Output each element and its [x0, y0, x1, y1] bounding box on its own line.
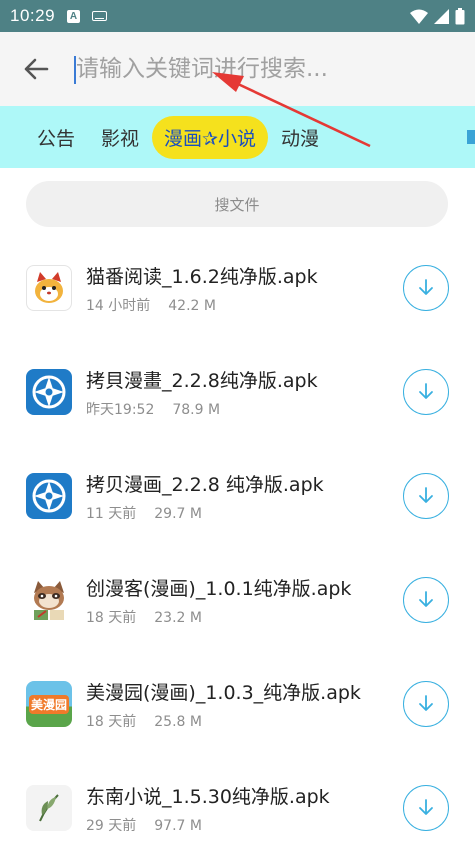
- tab-film[interactable]: 影视: [88, 118, 152, 157]
- category-tabs: 公告 影视 漫画✰小说 动漫: [0, 106, 475, 168]
- tab-comic-novel[interactable]: 漫画✰小说: [152, 115, 268, 159]
- file-list: 猫番阅读_1.6.2纯净版.apk 14 小时前 42.2 M 拷貝漫畫_2.2.…: [0, 236, 475, 844]
- download-icon: [419, 695, 433, 711]
- status-time: 10:29: [10, 6, 56, 25]
- file-time: 29 天前: [86, 818, 137, 834]
- file-name: 美漫园(漫画)_1.0.3_纯净版.apk: [86, 682, 361, 704]
- list-item[interactable]: 猫番阅读_1.6.2纯净版.apk 14 小时前 42.2 M: [0, 236, 475, 340]
- file-size: 78.9 M: [172, 402, 221, 418]
- file-time: 14 小时前: [86, 298, 151, 314]
- search-input[interactable]: [72, 49, 475, 89]
- cat-app-icon: [26, 265, 72, 311]
- meimanyuan-icon: 美漫园: [26, 681, 72, 727]
- search-header: [0, 32, 475, 106]
- file-name: 猫番阅读_1.6.2纯净版.apk: [86, 266, 318, 288]
- search-file-button[interactable]: 搜文件: [26, 181, 448, 227]
- download-button[interactable]: [403, 785, 449, 831]
- download-icon: [419, 487, 433, 503]
- copymanga-icon: [26, 473, 72, 519]
- notification-a-icon: A: [67, 9, 81, 23]
- download-button[interactable]: [403, 681, 449, 727]
- scroll-edge-marker: [467, 130, 475, 144]
- status-bar: 10:29 A: [0, 0, 475, 32]
- status-icons: [410, 7, 465, 25]
- file-size: 42.2 M: [168, 298, 216, 314]
- file-size: 25.8 M: [154, 714, 202, 730]
- tab-anime[interactable]: 动漫: [268, 118, 332, 157]
- file-name: 东南小说_1.5.30纯净版.apk: [86, 786, 330, 808]
- download-icon: [419, 279, 433, 295]
- file-name: 拷貝漫畫_2.2.8纯净版.apk: [86, 370, 318, 392]
- file-size: 23.2 M: [154, 610, 202, 626]
- list-item[interactable]: 美漫园 美漫园(漫画)_1.0.3_纯净版.apk 18 天前 25.8 M: [0, 652, 475, 756]
- download-button[interactable]: [403, 369, 449, 415]
- list-item[interactable]: 东南小说_1.5.30纯净版.apk 29 天前 97.7 M: [0, 756, 475, 844]
- file-time: 11 天前: [86, 506, 137, 522]
- tab-announcement[interactable]: 公告: [24, 118, 88, 157]
- battery-icon: [455, 7, 465, 24]
- file-name: 创漫客(漫画)_1.0.1纯净版.apk: [86, 578, 352, 600]
- download-button[interactable]: [403, 265, 449, 311]
- file-time: 昨天19:52: [86, 402, 155, 418]
- copymanga-icon: [26, 369, 72, 415]
- file-size: 97.7 M: [154, 818, 202, 834]
- wifi-icon: [410, 9, 428, 24]
- back-arrow-icon: [24, 58, 49, 80]
- leaf-app-icon: [26, 785, 72, 831]
- back-button[interactable]: [0, 32, 72, 106]
- download-icon: [419, 383, 433, 399]
- download-button[interactable]: [403, 577, 449, 623]
- list-item[interactable]: 拷贝漫画_2.2.8 纯净版.apk 11 天前 29.7 M: [0, 444, 475, 548]
- list-item[interactable]: 拷貝漫畫_2.2.8纯净版.apk 昨天19:52 78.9 M: [0, 340, 475, 444]
- download-icon: [419, 591, 433, 607]
- keyboard-icon: [92, 11, 108, 21]
- file-name: 拷贝漫画_2.2.8 纯净版.apk: [86, 474, 324, 496]
- text-cursor: [74, 56, 76, 84]
- file-size: 29.7 M: [154, 506, 202, 522]
- file-time: 18 天前: [86, 610, 137, 626]
- list-item[interactable]: 创漫客(漫画)_1.0.1纯净版.apk 18 天前 23.2 M: [0, 548, 475, 652]
- file-time: 18 天前: [86, 714, 137, 730]
- download-icon: [419, 799, 433, 815]
- meimanyuan-icon-text: 美漫园: [28, 694, 69, 714]
- signal-icon: [434, 8, 449, 24]
- raccoon-app-icon: [26, 577, 72, 623]
- download-button[interactable]: [403, 473, 449, 519]
